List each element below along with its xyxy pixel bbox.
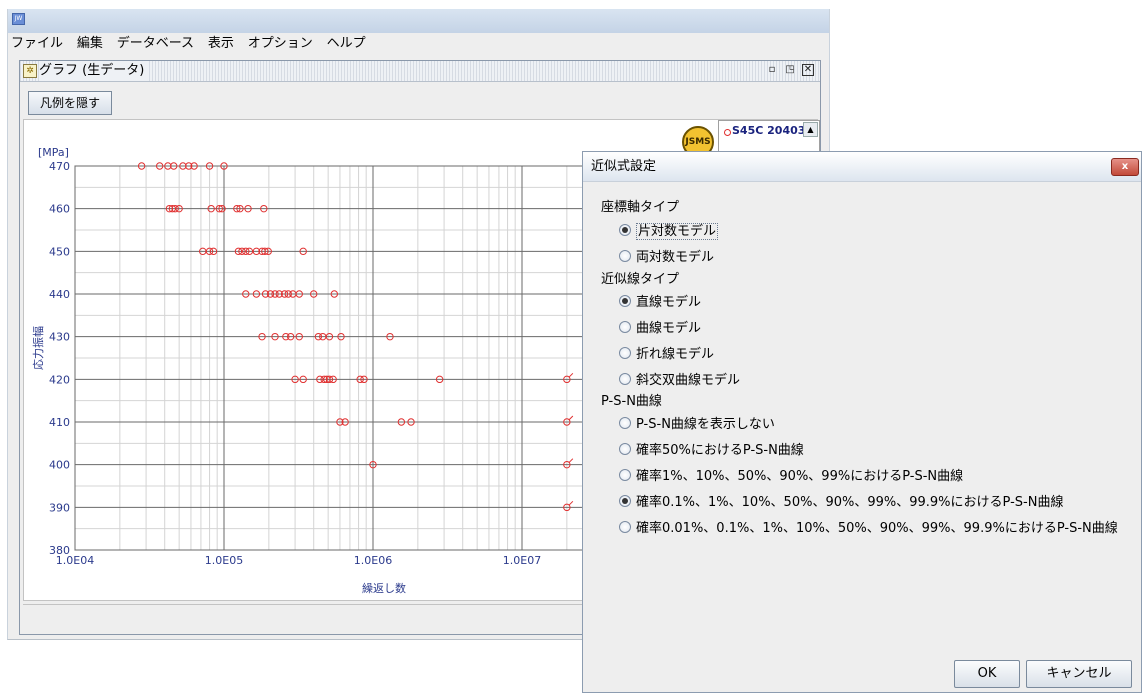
menu-help[interactable]: ヘルプ — [322, 33, 371, 55]
radio-icon[interactable] — [619, 373, 631, 385]
y-tick-label: 410 — [49, 416, 70, 429]
dialog-titlebar[interactable]: 近似式設定 x — [583, 152, 1141, 182]
y-tick-label: 430 — [49, 331, 70, 344]
radio-icon[interactable] — [619, 443, 631, 455]
psn-option-0-1-99-9[interactable]: 確率0.1%、1%、10%、50%、90%、99%、99.9%におけるP-S-N… — [619, 491, 1063, 510]
line-option-linear[interactable]: 直線モデル — [619, 291, 701, 310]
y-tick-labels: 470460450440430420410400390380 — [49, 160, 70, 557]
hide-legend-button[interactable]: 凡例を隠す — [28, 91, 112, 115]
coord-option-loglog[interactable]: 両対数モデル — [619, 246, 714, 265]
menubar: ファイル 編集 データベース 表示 オプション ヘルプ — [8, 33, 829, 55]
menu-view[interactable]: 表示 — [203, 33, 239, 55]
legend-label: S45C 204035 — [732, 124, 814, 137]
radio-icon[interactable] — [619, 347, 631, 359]
x-tick-label: 1.0E07 — [503, 554, 541, 567]
radio-icon[interactable] — [619, 321, 631, 333]
radio-icon[interactable] — [619, 417, 631, 429]
radio-icon[interactable] — [619, 469, 631, 481]
line-type-section-label: 近似線タイプ — [601, 272, 680, 287]
psn-section-label: P-S-N曲線 — [601, 394, 662, 409]
x-axis-label: 繰返し数 — [362, 581, 406, 595]
x-tick-label: 1.0E05 — [205, 554, 243, 567]
app-icon: JW — [12, 13, 25, 25]
coord-axis-section-label: 座標軸タイプ — [601, 200, 680, 215]
line-option-polyline[interactable]: 折れ線モデル — [619, 343, 714, 362]
radio-icon[interactable] — [619, 224, 631, 236]
y-tick-label: 390 — [49, 501, 70, 514]
y-tick-label: 440 — [49, 288, 70, 301]
y-tick-label: 420 — [49, 373, 70, 386]
radio-icon[interactable] — [619, 521, 631, 533]
approximation-settings-dialog: 近似式設定 x 座標軸タイプ 片対数モデル 両対数モデル 近似線タイプ 直線モデ… — [582, 151, 1142, 693]
psn-option-1-99[interactable]: 確率1%、10%、50%、90%、99%におけるP-S-N曲線 — [619, 465, 963, 484]
menu-file[interactable]: ファイル — [8, 33, 68, 55]
x-tick-label: 1.0E06 — [354, 554, 392, 567]
y-tick-label: 450 — [49, 245, 70, 258]
minimize-icon[interactable]: ▫ — [766, 64, 778, 76]
close-icon[interactable]: ✕ — [802, 64, 814, 76]
dialog-close-button[interactable]: x — [1111, 158, 1139, 176]
psn-option-0-01-99-9[interactable]: 確率0.01%、0.1%、1%、10%、50%、90%、99%、99.9%におけ… — [619, 517, 1118, 536]
graph-frame-icon: ✲ — [23, 64, 37, 78]
y-axis-label: 応力振幅 — [31, 326, 45, 370]
menu-edit[interactable]: 編集 — [72, 33, 108, 55]
menu-database[interactable]: データベース — [112, 33, 199, 55]
menu-options[interactable]: オプション — [243, 33, 318, 55]
y-unit-label: [MPa] — [38, 146, 69, 159]
radio-icon[interactable] — [619, 250, 631, 262]
psn-option-50[interactable]: 確率50%におけるP-S-N曲線 — [619, 439, 804, 458]
radio-icon[interactable] — [619, 295, 631, 307]
line-option-hyperbola[interactable]: 斜交双曲線モデル — [619, 369, 740, 388]
coord-option-semilog[interactable]: 片対数モデル — [619, 220, 719, 240]
app-titlebar: JW — [8, 9, 829, 33]
dialog-title: 近似式設定 — [591, 159, 657, 174]
x-tick-labels: 1.0E04 1.0E05 1.0E06 1.0E07 — [56, 554, 541, 567]
legend-marker-icon — [724, 129, 731, 136]
ok-button[interactable]: OK — [954, 660, 1020, 688]
y-tick-label: 400 — [49, 459, 70, 472]
radio-icon[interactable] — [619, 495, 631, 507]
y-tick-label: 460 — [49, 203, 70, 216]
scroll-up-icon[interactable]: ▲ — [803, 122, 818, 137]
line-option-curve[interactable]: 曲線モデル — [619, 317, 701, 336]
graph-frame-titlebar[interactable]: ✲ グラフ (生データ) ▫ ◳ ✕ — [20, 61, 820, 82]
graph-frame-title: グラフ (生データ) — [39, 61, 149, 81]
x-tick-label: 1.0E04 — [56, 554, 94, 567]
cancel-button[interactable]: キャンセル — [1026, 660, 1132, 688]
maximize-icon[interactable]: ◳ — [784, 64, 796, 76]
y-tick-label: 470 — [49, 160, 70, 173]
psn-option-none[interactable]: P-S-N曲線を表示しない — [619, 413, 775, 432]
